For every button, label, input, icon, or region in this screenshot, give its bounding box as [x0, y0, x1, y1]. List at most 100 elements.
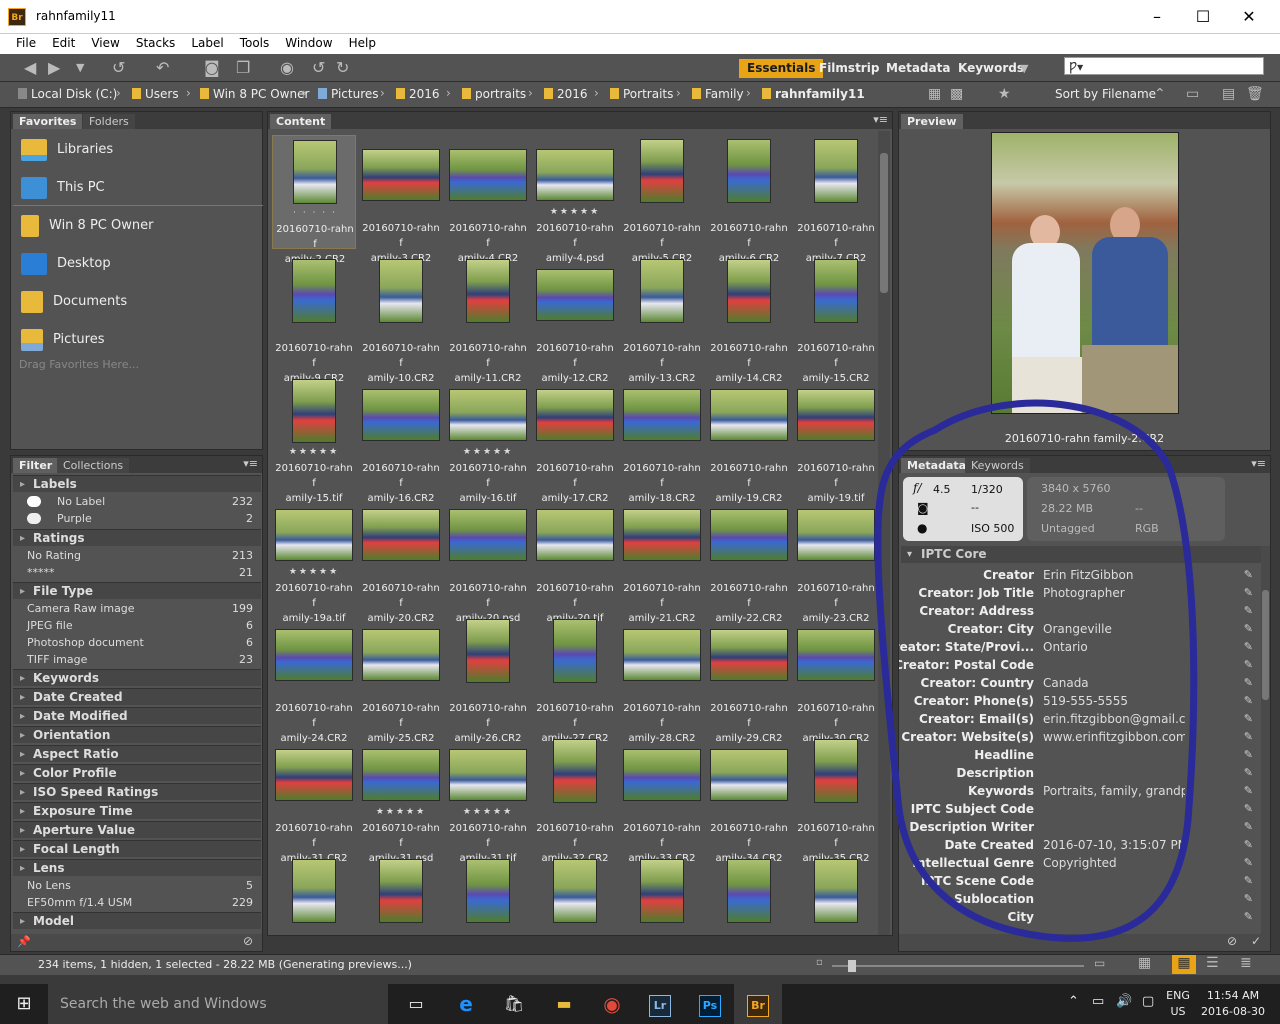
thumbnail-item[interactable]: 20160710-rahn family-20.tif	[533, 495, 617, 624]
rating-stars[interactable]: ★★★★★	[272, 567, 356, 577]
photoshop-app[interactable]: Ps	[686, 984, 734, 1024]
metadata-field[interactable]: Date Created 2016-07-10, 3:15:07 PM ✎	[899, 836, 1259, 854]
filter-section-orientation[interactable]: Orientation	[13, 726, 261, 744]
metadata-field[interactable]: Creator: Phone(s) 519-555-5555 ✎	[899, 692, 1259, 710]
thumbnail-item[interactable]: ★★★★★ 20160710-rahn f amily-19a.tif	[272, 495, 356, 624]
thumbnail-item[interactable]: 20160710-rahn f amily-25.CR2	[359, 615, 443, 744]
metadata-field-value[interactable]: Canada	[1043, 674, 1185, 692]
thumbnail-item[interactable]	[359, 855, 443, 935]
file-explorer-icon[interactable]: ▬	[540, 984, 588, 1024]
thumbnail-image[interactable]	[362, 389, 440, 441]
metadata-field-value[interactable]: Portraits, family, grandparent	[1043, 782, 1185, 800]
pin-icon[interactable]: 📌	[17, 935, 31, 948]
edit-pencil-icon[interactable]: ✎	[1244, 566, 1253, 584]
tray-up-icon[interactable]: ⌃	[1068, 994, 1079, 1009]
thumbnail-item[interactable]: 20160710-rahn family-32.CR2	[533, 735, 617, 864]
menu-help[interactable]: Help	[339, 34, 382, 50]
thumbnail-image[interactable]	[449, 509, 527, 561]
metadata-field-value[interactable]: Ontario	[1043, 638, 1185, 656]
metadata-field[interactable]: Creator: Country Canada ✎	[899, 674, 1259, 692]
thumbnail-item[interactable]: 20160710-rahn f amily-10.CR2	[359, 255, 443, 384]
breadcrumb-item[interactable]: portraits	[462, 87, 526, 101]
thumbnail-item[interactable]: ★★★★★ 20160710-rahn f amily-15.tif	[272, 375, 356, 504]
thumbnail-item[interactable]: 20160710-rahn f amily-12.CR2	[533, 255, 617, 384]
thumbnail-item[interactable]: 20160710-rahn f amily-21.CR2	[620, 495, 704, 624]
metadata-field[interactable]: IPTC Subject Code ✎	[899, 800, 1259, 818]
menu-label[interactable]: Label	[181, 34, 229, 50]
metadata-field[interactable]: Description Writer ✎	[899, 818, 1259, 836]
zoom-in-icon[interactable]: ▭	[1094, 956, 1105, 970]
chrome-icon[interactable]: ◉	[588, 984, 636, 1024]
language-indicator[interactable]: ENG US	[1166, 988, 1190, 1020]
thumbnail-image[interactable]	[362, 749, 440, 801]
thumbnail-image[interactable]	[293, 140, 337, 204]
camera-icon[interactable]: ◙	[204, 58, 220, 78]
thumbnail-item[interactable]: 20160710-rahn f amily-23.CR2	[794, 495, 876, 624]
edit-pencil-icon[interactable]: ✎	[1244, 674, 1253, 692]
list-view-icon[interactable]: ≣	[1240, 955, 1252, 971]
filter-section-exposure-time[interactable]: Exposure Time	[13, 802, 261, 820]
thumbnail-view-icon[interactable]: ▦	[1172, 955, 1196, 974]
thumbnail-image[interactable]	[727, 259, 771, 323]
breadcrumb-item[interactable]: Local Disk (C:)	[18, 87, 117, 101]
thumbnail-item[interactable]: 20160710-rahn family-34.CR2	[707, 735, 791, 864]
scrollbar-thumb[interactable]	[880, 153, 888, 293]
thumbnail-item[interactable]: 20160710-rahn f amily-19.tif	[794, 375, 876, 504]
edit-pencil-icon[interactable]: ✎	[1244, 692, 1253, 710]
minimize-button[interactable]: –	[1134, 0, 1180, 34]
thumbnail-image[interactable]	[379, 259, 423, 323]
thumbnail-item[interactable]: 20160710-rahn family-6.CR2	[707, 135, 791, 264]
metadata-field[interactable]: Keywords Portraits, family, grandparent ✎	[899, 782, 1259, 800]
metadata-field[interactable]: Creator: Job Title Photographer ✎	[899, 584, 1259, 602]
filter-row-photoshop[interactable]: Photoshop document 6	[13, 634, 261, 651]
thumbnail-item[interactable]: · · · · ·20160710-rahn family-2.CR2	[272, 135, 356, 265]
menu-tools[interactable]: Tools	[230, 34, 276, 50]
thumbnail-item[interactable]: 20160710-rahn family-3.CR2	[359, 135, 443, 264]
maximize-button[interactable]: ☐	[1180, 0, 1226, 34]
edit-pencil-icon[interactable]: ✎	[1244, 656, 1253, 674]
thumbnail-item[interactable]	[272, 855, 356, 935]
workspace-essentials[interactable]: Essentials	[739, 59, 824, 78]
thumbnail-item[interactable]: 20160710-rahn f amily-11.CR2	[446, 255, 530, 384]
thumbnail-image[interactable]	[623, 389, 701, 441]
thumbnail-image[interactable]	[814, 139, 858, 203]
close-button[interactable]: ✕	[1226, 0, 1272, 34]
thumbnail-image[interactable]	[640, 859, 684, 923]
metadata-field[interactable]: Creator: State/Provi... Ontario ✎	[899, 638, 1259, 656]
iptc-core-section[interactable]: ▾ IPTC Core	[901, 546, 1261, 563]
open-recent-folder-icon[interactable]: ▭	[1186, 84, 1199, 104]
thumbnail-image[interactable]	[449, 149, 527, 201]
filter-row-no-rating[interactable]: No Rating 213	[13, 547, 261, 564]
menu-stacks[interactable]: Stacks	[126, 34, 181, 50]
slider-handle[interactable]	[848, 960, 856, 972]
rating-stars[interactable]: ★★★★★	[533, 207, 617, 217]
metadata-field-value[interactable]: 2016-07-10, 3:15:07 PM	[1043, 836, 1185, 854]
metadata-field[interactable]: Headline ✎	[899, 746, 1259, 764]
preview-image[interactable]	[991, 132, 1179, 414]
tab-preview[interactable]: Preview	[901, 114, 963, 129]
zoom-out-icon[interactable]: ▫	[816, 957, 823, 968]
thumbnail-item[interactable]: 20160710-rahn family-31.CR2	[272, 735, 356, 864]
thumbnail-item[interactable]: 20160710-rahn f amily-18.CR2	[620, 375, 704, 504]
thumbnail-image[interactable]	[640, 259, 684, 323]
edit-pencil-icon[interactable]: ✎	[1244, 764, 1253, 782]
metadata-field-value[interactable]: Photographer	[1043, 584, 1185, 602]
metadata-field[interactable]: Creator: City Orangeville ✎	[899, 620, 1259, 638]
thumbnail-item[interactable]: 20160710-rahn f amily-28.CR2	[620, 615, 704, 744]
thumbnail-item[interactable]: 20160710-rahn family-7.CR2	[794, 135, 876, 264]
thumbnail-item[interactable]: 20160710-rahn family-20.psd	[446, 495, 530, 624]
filter-row-no-label[interactable]: No Label 232	[13, 493, 261, 510]
thumbnail-item[interactable]	[794, 855, 876, 935]
edit-pencil-icon[interactable]: ✎	[1244, 854, 1253, 872]
filter-section-keywords[interactable]: Keywords	[13, 669, 261, 687]
thumbnail-image[interactable]	[710, 749, 788, 801]
thumbnail-image[interactable]	[536, 269, 614, 321]
filter-section-ratings[interactable]: Ratings	[13, 529, 261, 547]
metadata-field-value[interactable]: Erin FitzGibbon	[1043, 566, 1185, 584]
breadcrumb-current[interactable]: rahnfamily11	[762, 87, 865, 101]
thumbnail-item[interactable]: 20160710-rahn family-35.CR2	[794, 735, 876, 864]
volume-icon[interactable]: 🔊	[1116, 994, 1132, 1009]
metadata-field-value[interactable]: Orangeville	[1043, 620, 1185, 638]
metadata-field[interactable]: City ✎	[899, 908, 1259, 926]
thumbnail-image[interactable]	[553, 739, 597, 803]
